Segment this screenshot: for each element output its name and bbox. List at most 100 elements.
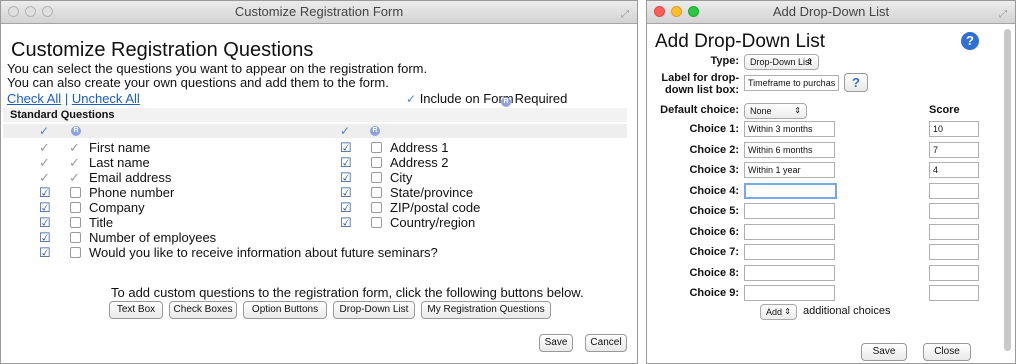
choice-input[interactable]: Within 3 months: [744, 121, 835, 137]
score-input[interactable]: [929, 223, 979, 240]
score-input[interactable]: 4: [929, 162, 979, 178]
include-checkbox: ✓: [39, 170, 50, 185]
type-select[interactable]: Drop-Down List ⇕: [744, 54, 819, 70]
save-button[interactable]: Save: [861, 343, 907, 361]
window-title: Customize Registration Form: [234, 4, 404, 19]
score-header: Score: [929, 104, 960, 116]
custom-questions-prompt: To add custom questions to the registrat…: [111, 285, 584, 300]
default-choice-value: None: [750, 106, 772, 116]
include-checkbox[interactable]: ☑: [340, 200, 352, 216]
required-checkbox[interactable]: [371, 187, 382, 198]
add-count-value: Add: [766, 307, 783, 317]
include-checkbox[interactable]: ☑: [340, 140, 352, 156]
question-row: ☑ Country/region: [340, 215, 637, 231]
option-buttons-button[interactable]: Option Buttons: [243, 301, 327, 319]
fullscreen-icon[interactable]: ⤢: [621, 4, 629, 26]
required-checkbox[interactable]: [70, 187, 81, 198]
required-checkbox: ✓: [69, 155, 80, 170]
question-row: ☑ Number of employees: [39, 230, 339, 245]
score-input[interactable]: 7: [929, 141, 979, 158]
score-input[interactable]: 10: [929, 121, 979, 137]
include-checkbox: ✓: [39, 140, 50, 155]
default-choice-select[interactable]: None ⇕: [744, 103, 807, 119]
choice-label: Choice 9:: [689, 287, 739, 299]
include-checkbox[interactable]: ☑: [39, 215, 51, 231]
choice-input[interactable]: [744, 285, 835, 301]
score-input[interactable]: [929, 285, 979, 301]
question-row: ☑ Address 2: [340, 155, 637, 171]
choice-input[interactable]: Within 1 year: [744, 162, 835, 178]
check-all-link[interactable]: Check All: [7, 91, 61, 106]
include-checkbox[interactable]: ☑: [39, 200, 51, 216]
required-checkbox[interactable]: [70, 217, 81, 228]
choice-input[interactable]: [744, 182, 837, 199]
required-checkbox[interactable]: [70, 232, 81, 243]
add-drop-down-list-window: Add Drop-Down List ⤢ Add Drop-Down List …: [646, 0, 1016, 364]
section-header: Standard Questions: [3, 108, 627, 122]
choice-label: Choice 7:: [689, 246, 739, 258]
choice-input[interactable]: Within 6 months: [744, 141, 835, 158]
label-help-button[interactable]: ?: [844, 73, 868, 92]
required-checkbox[interactable]: [371, 217, 382, 228]
close-window-button[interactable]: [654, 6, 665, 17]
minimize-window-button[interactable]: [671, 6, 682, 17]
required-checkbox[interactable]: [371, 202, 382, 213]
choice-input[interactable]: [744, 244, 835, 260]
score-input[interactable]: [929, 203, 979, 219]
question-label: ZIP/postal code: [390, 200, 481, 215]
add-count-select[interactable]: Add ⇕: [760, 304, 797, 320]
question-row: ✓ ✓ First name: [39, 140, 339, 155]
zoom-window-button[interactable]: [688, 6, 699, 17]
include-checkbox[interactable]: ☑: [340, 185, 352, 201]
zoom-window-button[interactable]: [42, 6, 53, 17]
drop-down-list-button[interactable]: Drop-Down List: [333, 301, 415, 319]
question-label: Country/region: [390, 215, 476, 230]
include-checkbox[interactable]: ☑: [39, 185, 51, 201]
include-column-icon: ✓: [39, 124, 50, 138]
required-checkbox[interactable]: [371, 142, 382, 153]
question-row: ☑ Address 1: [340, 140, 637, 156]
question-row: ☑ City: [340, 170, 637, 186]
choice-input[interactable]: [744, 223, 835, 240]
my-registration-questions-button[interactable]: My Registration Questions: [421, 301, 551, 319]
text-box-button[interactable]: Text Box: [109, 301, 163, 319]
page-title: Customize Registration Questions: [11, 39, 314, 61]
score-input[interactable]: [929, 264, 979, 281]
check-boxes-button[interactable]: Check Boxes: [169, 301, 237, 319]
legend-required-label: Required: [514, 91, 568, 106]
cancel-button[interactable]: Cancel: [585, 334, 627, 352]
scrollbar[interactable]: [1004, 29, 1011, 351]
include-checkbox: ✓: [39, 155, 50, 170]
include-checkbox[interactable]: ☑: [340, 215, 352, 231]
required-checkbox[interactable]: [70, 247, 81, 258]
label-field-label: Label for drop- down list box:: [647, 72, 739, 96]
question-row: ✓ ✓ Email address: [39, 170, 339, 185]
include-checkbox[interactable]: ☑: [340, 155, 352, 171]
question-row: ☑ ZIP/postal code: [340, 200, 637, 216]
choice-label: Choice 6:: [689, 225, 739, 238]
score-input[interactable]: [929, 244, 979, 260]
question-row: ☑ Phone number: [39, 185, 339, 200]
include-checkbox[interactable]: ☑: [39, 245, 51, 261]
question-label: City: [390, 170, 413, 185]
include-checkbox[interactable]: ☑: [39, 230, 51, 246]
uncheck-all-link[interactable]: Uncheck All: [72, 91, 140, 106]
label-input[interactable]: Timeframe to purchas: [744, 75, 839, 91]
minimize-window-button[interactable]: [25, 6, 36, 17]
choice-input[interactable]: [744, 203, 835, 219]
required-checkbox[interactable]: [70, 202, 81, 213]
choice-input[interactable]: [744, 264, 835, 281]
question-label: State/province: [390, 185, 474, 200]
include-checkbox[interactable]: ☑: [340, 170, 352, 186]
close-window-button[interactable]: [8, 6, 19, 17]
required-checkbox[interactable]: [371, 172, 382, 183]
close-button[interactable]: Close: [923, 343, 971, 361]
legend-include-label: Include on Form: [419, 91, 514, 106]
required-checkbox[interactable]: [371, 157, 382, 168]
score-input[interactable]: [929, 182, 979, 199]
save-button[interactable]: Save: [539, 334, 573, 352]
required-checkbox: ✓: [69, 170, 80, 185]
question-row: ✓ ✓ Last name: [39, 155, 339, 170]
help-icon[interactable]: ?: [961, 32, 979, 50]
fullscreen-icon[interactable]: ⤢: [999, 4, 1007, 26]
